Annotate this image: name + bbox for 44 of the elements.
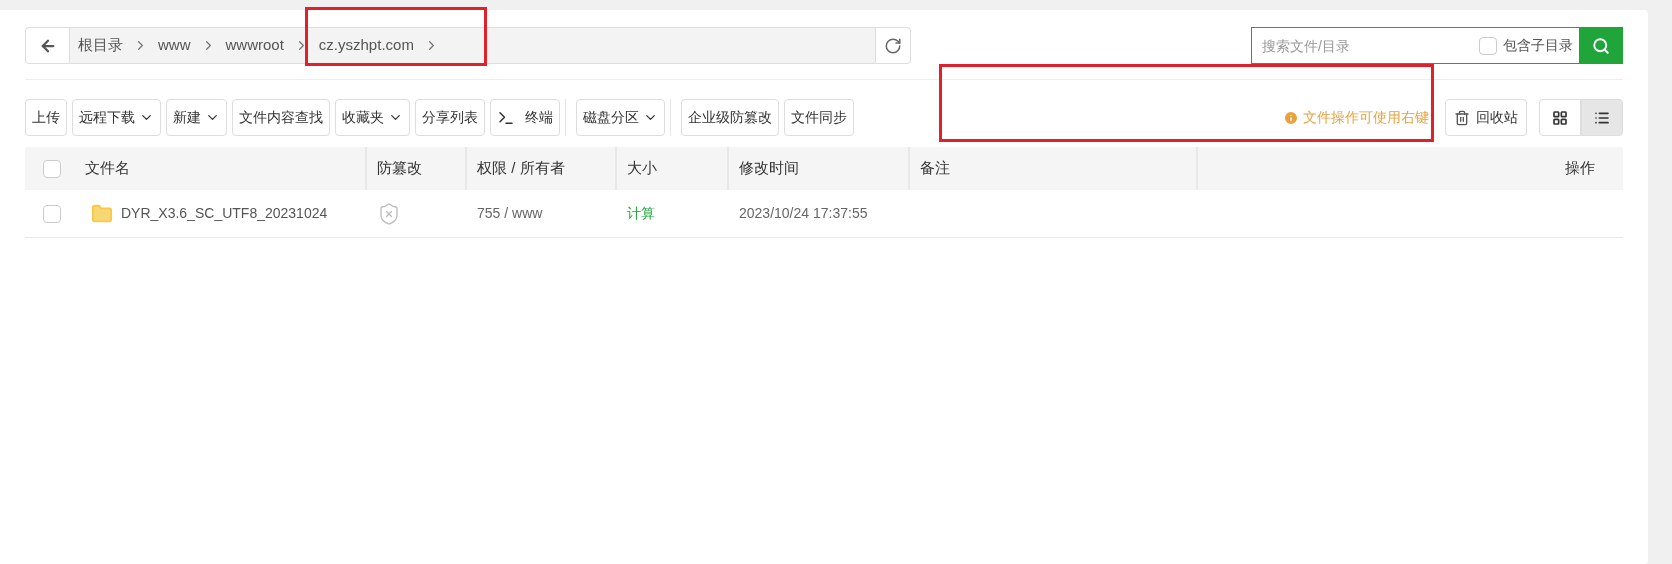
breadcrumb-item[interactable]: www bbox=[158, 34, 191, 57]
row-checkbox[interactable] bbox=[43, 204, 61, 223]
dropdown-button[interactable]: 新建 bbox=[166, 99, 227, 136]
search-icon bbox=[1592, 36, 1610, 55]
column-header: 防篡改 bbox=[377, 158, 422, 179]
breadcrumb-item[interactable]: cz.yszhpt.com bbox=[318, 34, 414, 57]
select-all-checkbox[interactable] bbox=[43, 159, 61, 178]
dropdown-button[interactable]: 远程下载 bbox=[72, 99, 161, 136]
file-name[interactable]: DYR_X3.6_SC_UTF8_20231024 bbox=[121, 203, 328, 224]
checkbox[interactable] bbox=[1479, 36, 1497, 55]
recycle-bin-button[interactable]: 回收站 bbox=[1445, 99, 1527, 136]
info-icon bbox=[1283, 109, 1299, 126]
trash-icon bbox=[1454, 109, 1470, 126]
refresh-button[interactable] bbox=[875, 27, 911, 64]
toolbar-button[interactable]: 企业级防篡改 bbox=[681, 99, 779, 136]
search-field[interactable]: 搜索文件/目录 bbox=[1251, 27, 1479, 64]
column-header: 备注 bbox=[920, 158, 950, 179]
terminal-button[interactable]: 终端 bbox=[490, 99, 560, 136]
permission-cell[interactable]: 755 / www bbox=[477, 205, 543, 221]
column-header: 权限 / 所有者 bbox=[477, 158, 565, 179]
grid-icon bbox=[1552, 109, 1568, 126]
folder-icon bbox=[91, 202, 113, 225]
hint-text: 文件操作可使用右键 bbox=[1303, 108, 1429, 127]
shield-icon[interactable] bbox=[377, 201, 401, 226]
toolbar-button[interactable]: 文件内容查找 bbox=[232, 99, 330, 136]
toolbar-button[interactable]: 文件同步 bbox=[784, 99, 854, 136]
dropdown-button[interactable]: 磁盘分区 bbox=[576, 99, 665, 136]
grid-view-button[interactable] bbox=[1539, 99, 1581, 136]
table-row[interactable]: DYR_X3.6_SC_UTF8_20231024 755 / www 计算 2023/10/24 17:37:55 bbox=[25, 190, 1623, 238]
search-button[interactable] bbox=[1579, 27, 1623, 64]
breadcrumb-item[interactable]: wwwroot bbox=[225, 34, 284, 57]
column-header: 文件名 bbox=[85, 158, 130, 179]
checkbox-label: 包含子目录 bbox=[1503, 36, 1573, 55]
refresh-icon bbox=[884, 36, 902, 55]
list-view-button[interactable] bbox=[1581, 99, 1623, 136]
column-header: 大小 bbox=[627, 158, 657, 179]
back-button[interactable] bbox=[25, 27, 70, 64]
column-header: 操作 bbox=[1565, 158, 1595, 179]
modified-time: 2023/10/24 17:37:55 bbox=[739, 205, 868, 221]
toolbar-button[interactable]: 上传 bbox=[25, 99, 67, 136]
dropdown-button[interactable]: 收藏夹 bbox=[335, 99, 410, 136]
breadcrumb-item[interactable]: 根目录 bbox=[78, 34, 123, 57]
toolbar-button[interactable]: 分享列表 bbox=[415, 99, 485, 136]
column-header: 修改时间 bbox=[739, 158, 799, 179]
